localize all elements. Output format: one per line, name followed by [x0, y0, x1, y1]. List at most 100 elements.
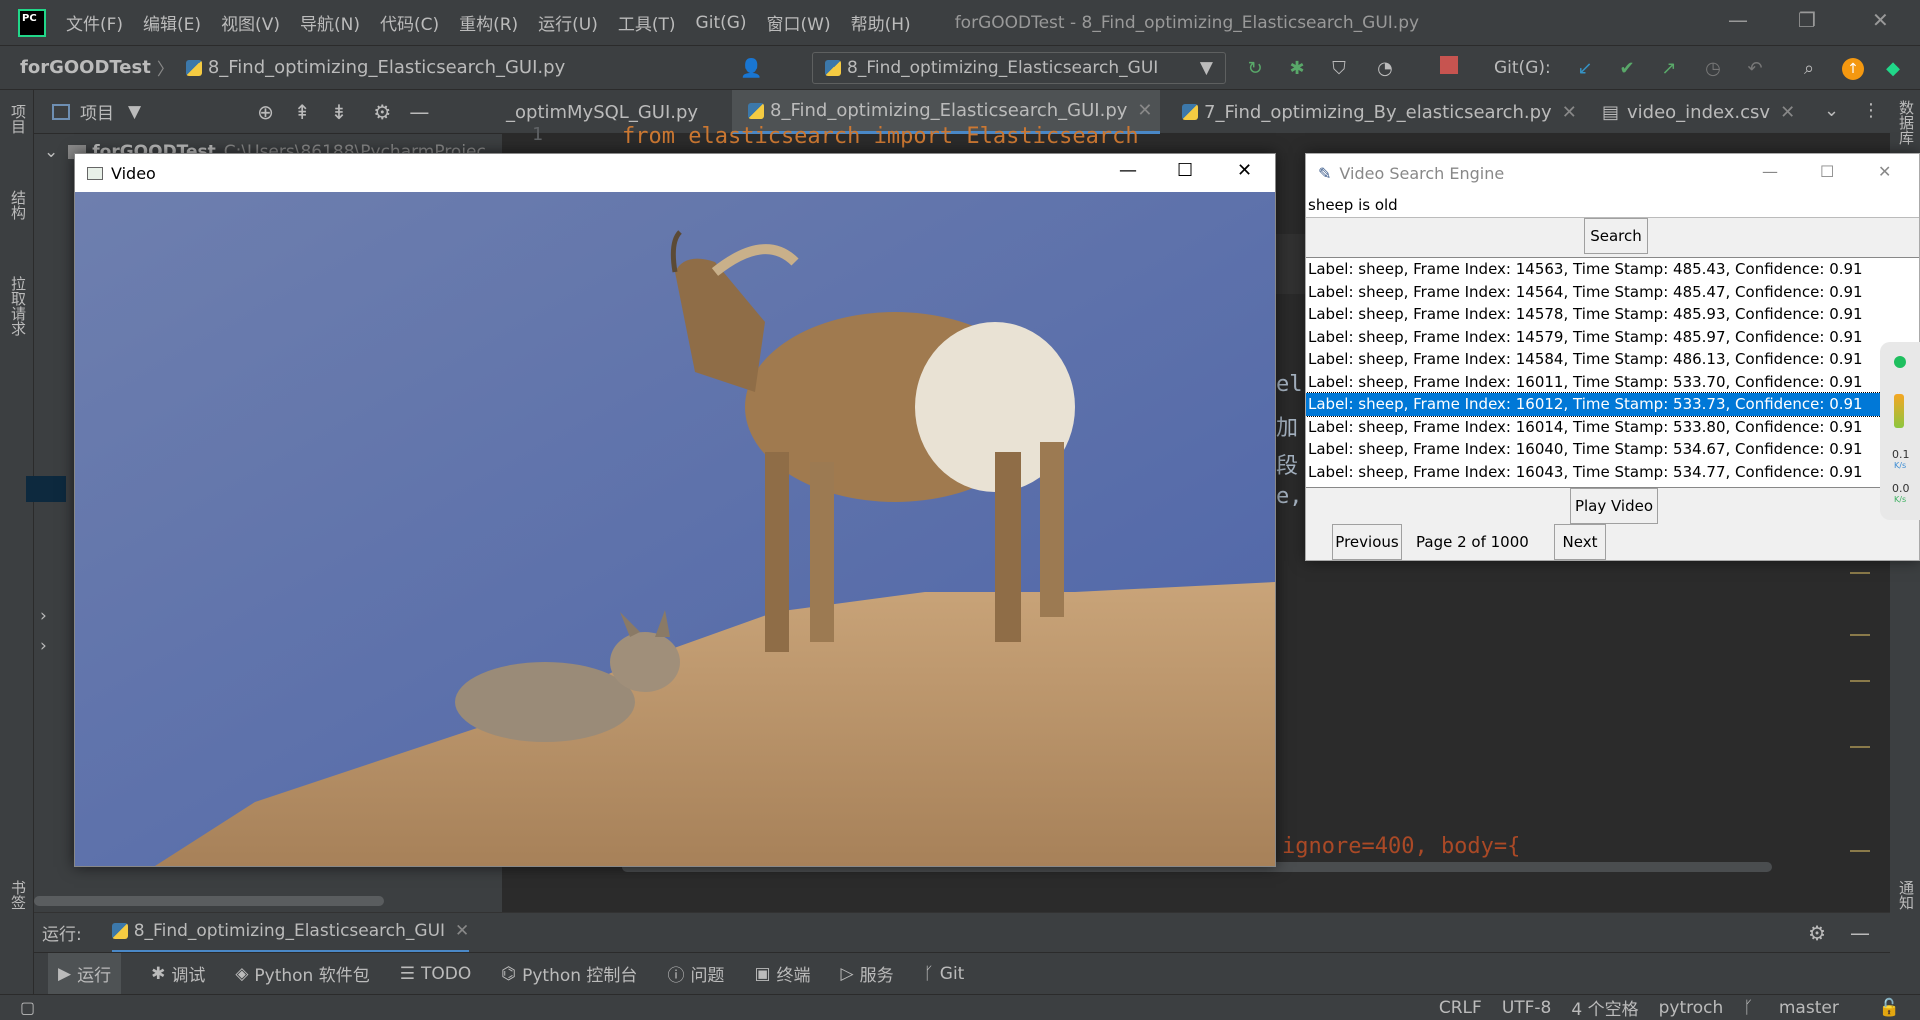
chevron-right-icon[interactable]: ›: [40, 636, 47, 656]
search-button[interactable]: Search: [1584, 218, 1648, 254]
close-tab-icon[interactable]: ✕: [1780, 102, 1795, 123]
list-item[interactable]: Label: sheep, Frame Index: 14563, Time S…: [1306, 258, 1919, 281]
list-item[interactable]: Label: sheep, Frame Index: 16043, Time S…: [1306, 461, 1919, 484]
list-item[interactable]: Label: sheep, Frame Index: 16011, Time S…: [1306, 371, 1919, 394]
tool-python-packages[interactable]: ◈ Python 软件包: [235, 961, 369, 987]
tab-video-index-csv[interactable]: ▤ video_index.csv ✕: [1598, 90, 1812, 134]
tab-list-chevron-icon[interactable]: ⌄: [1824, 100, 1839, 121]
menu-tools[interactable]: 工具(T): [618, 10, 676, 35]
menu-navigate[interactable]: 导航(N): [300, 10, 360, 35]
git-push-icon[interactable]: ↗: [1658, 58, 1680, 80]
chevron-down-icon[interactable]: ▼: [128, 102, 141, 122]
user-icon[interactable]: 👤: [740, 58, 762, 80]
close-icon[interactable]: ✕: [1237, 160, 1252, 181]
close-tab-icon[interactable]: ✕: [455, 921, 469, 941]
tool-todo[interactable]: ☰ TODO: [400, 964, 472, 984]
tool-notifications[interactable]: 通知: [1896, 880, 1917, 910]
indent-setting[interactable]: 4 个空格: [1571, 995, 1638, 1020]
python-interpreter[interactable]: pytroch: [1659, 998, 1724, 1018]
tool-terminal[interactable]: ▣ 终端: [754, 961, 810, 987]
menu-file[interactable]: 文件(F): [66, 10, 123, 35]
list-item[interactable]: Label: sheep, Frame Index: 14564, Time S…: [1306, 281, 1919, 304]
previous-button[interactable]: Previous: [1332, 524, 1402, 560]
git-update-icon[interactable]: ↙: [1574, 58, 1596, 80]
chevron-down-icon[interactable]: ⌄: [44, 142, 58, 162]
play-video-button[interactable]: Play Video: [1570, 488, 1658, 524]
tool-database[interactable]: 数据库: [1896, 100, 1917, 145]
tool-pull-requests[interactable]: 拉取请求: [8, 276, 29, 336]
debug-icon[interactable]: ✱: [1286, 58, 1308, 80]
file-encoding[interactable]: UTF-8: [1502, 998, 1552, 1018]
git-branch[interactable]: ᚴ master: [1743, 998, 1859, 1018]
history-icon[interactable]: ◷: [1702, 58, 1724, 80]
list-item[interactable]: Label: sheep, Frame Index: 16040, Time S…: [1306, 438, 1919, 461]
tool-bookmarks[interactable]: 书签: [8, 880, 29, 910]
search-icon[interactable]: ⌕: [1798, 58, 1820, 80]
list-item[interactable]: Label: sheep, Frame Index: 14584, Time S…: [1306, 348, 1919, 371]
gear-icon[interactable]: ⚙: [1808, 921, 1826, 945]
breadcrumb-file[interactable]: 8_Find_optimizing_Elasticsearch_GUI.py: [208, 57, 565, 78]
panel-toggle-icon[interactable]: ▢: [20, 998, 35, 1017]
close-tab-icon[interactable]: ✕: [1562, 102, 1577, 123]
profile-icon[interactable]: ◔: [1374, 58, 1396, 80]
next-button[interactable]: Next: [1554, 524, 1606, 560]
menu-edit[interactable]: 编辑(E): [143, 10, 201, 35]
gear-icon[interactable]: ⚙: [373, 100, 391, 124]
plugin-icon[interactable]: ◆: [1882, 58, 1904, 80]
video-window-titlebar[interactable]: Video — ☐ ✕: [75, 154, 1275, 192]
update-icon[interactable]: ↑: [1842, 58, 1864, 80]
run-tab[interactable]: 8_Find_optimizing_Elasticsearch_GUI ✕: [111, 913, 470, 953]
locate-icon[interactable]: ⊕: [257, 100, 274, 124]
hide-panel-icon[interactable]: —: [1850, 921, 1870, 945]
rerun-icon[interactable]: ↻: [1244, 58, 1266, 80]
tool-structure[interactable]: 结构: [8, 190, 29, 220]
expand-all-icon[interactable]: ⇞: [294, 100, 311, 124]
network-speed-widget[interactable]: 0.1 K/s 0.0 K/s: [1880, 342, 1920, 520]
minimize-icon[interactable]: —: [1762, 162, 1778, 181]
tool-debug[interactable]: ✱ 调试: [151, 961, 205, 987]
project-panel-title[interactable]: 项目: [80, 99, 114, 124]
list-item[interactable]: Label: sheep, Frame Index: 14578, Time S…: [1306, 303, 1919, 326]
close-icon[interactable]: ✕: [1872, 8, 1889, 32]
coverage-icon[interactable]: ⛉: [1328, 58, 1350, 80]
collapse-all-icon[interactable]: ⇟: [331, 100, 348, 124]
menu-git[interactable]: Git(G): [696, 13, 747, 33]
line-separator[interactable]: CRLF: [1439, 998, 1482, 1018]
minimize-icon[interactable]: —: [1119, 160, 1137, 181]
maximize-icon[interactable]: ☐: [1820, 162, 1834, 181]
menu-refactor[interactable]: 重构(R): [459, 10, 518, 35]
search-window-titlebar[interactable]: ✎ Video Search Engine — ☐ ✕: [1306, 154, 1919, 192]
search-input[interactable]: [1306, 192, 1919, 218]
list-item-selected[interactable]: Label: sheep, Frame Index: 16012, Time S…: [1306, 392, 1919, 417]
hide-panel-icon[interactable]: —: [409, 100, 429, 124]
rollback-icon[interactable]: ↶: [1744, 58, 1766, 80]
chevron-right-icon[interactable]: ›: [40, 606, 47, 626]
maximize-icon[interactable]: ☐: [1177, 160, 1193, 181]
run-config-dropdown[interactable]: 8_Find_optimizing_Elasticsearch_GUI ▼: [812, 52, 1226, 84]
close-tab-icon[interactable]: ✕: [1137, 100, 1152, 121]
results-listbox[interactable]: Label: sheep, Frame Index: 14563, Time S…: [1306, 257, 1919, 488]
menu-help[interactable]: 帮助(H): [851, 10, 911, 35]
tool-problems[interactable]: ⓘ 问题: [667, 961, 724, 986]
tool-git[interactable]: ᚴ Git: [924, 964, 965, 984]
menu-view[interactable]: 视图(V): [221, 10, 280, 35]
video-window[interactable]: Video — ☐ ✕: [74, 153, 1276, 867]
close-icon[interactable]: ✕: [1878, 162, 1891, 181]
menu-window[interactable]: 窗口(W): [767, 10, 831, 35]
menu-run[interactable]: 运行(U): [538, 10, 598, 35]
tool-run[interactable]: ▶ 运行: [48, 953, 122, 994]
list-item[interactable]: Label: sheep, Frame Index: 16014, Time S…: [1306, 416, 1919, 439]
search-window[interactable]: ✎ Video Search Engine — ☐ ✕ Search Label…: [1305, 153, 1920, 561]
minimize-icon[interactable]: —: [1728, 8, 1748, 32]
lock-icon[interactable]: 🔓: [1879, 998, 1900, 1018]
tool-services[interactable]: ▷ 服务: [841, 961, 894, 987]
tool-project[interactable]: 项目: [8, 104, 29, 134]
horizontal-scrollbar[interactable]: [34, 896, 384, 906]
restore-icon[interactable]: ❐: [1798, 8, 1816, 32]
menu-code[interactable]: 代码(C): [380, 10, 439, 35]
tab-find-by-elasticsearch[interactable]: 7_Find_optimizing_By_elasticsearch.py ✕: [1174, 90, 1582, 134]
git-commit-icon[interactable]: ✔: [1616, 58, 1638, 80]
breadcrumb-project[interactable]: forGOODTest: [20, 57, 151, 78]
list-item[interactable]: Label: sheep, Frame Index: 14579, Time S…: [1306, 326, 1919, 349]
stop-icon[interactable]: [1440, 56, 1458, 74]
